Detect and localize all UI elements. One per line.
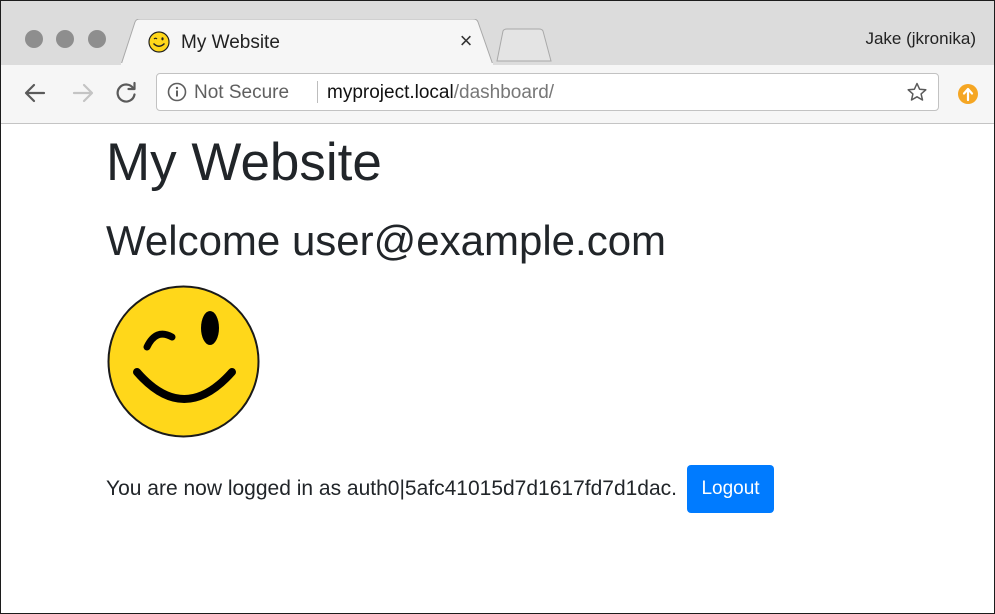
url-text[interactable]: myproject.local/dashboard/	[327, 82, 554, 104]
arrow-left-icon[interactable]	[21, 79, 49, 107]
browser-toolbar: Not Secure myproject.local/dashboard/	[1, 65, 994, 124]
reload-icon[interactable]	[112, 79, 140, 107]
tab-title: My Website	[181, 32, 280, 53]
login-status-text: You are now logged in as auth0|5afc41015…	[106, 477, 677, 500]
browser-window: My Website × Jake (jkronika) Not Secure	[0, 0, 995, 614]
profile-name[interactable]: Jake (jkronika)	[865, 29, 976, 49]
logout-button[interactable]: Logout	[687, 465, 774, 513]
url-path: /dashboard/	[453, 82, 555, 103]
address-bar[interactable]: Not Secure myproject.local/dashboard/	[156, 73, 939, 111]
arrow-right-icon[interactable]	[69, 79, 97, 107]
update-arrow-icon[interactable]	[957, 83, 979, 105]
star-icon[interactable]	[906, 81, 928, 103]
site-title: My Website	[106, 133, 382, 192]
tab-my-website[interactable]: My Website ×	[121, 19, 493, 65]
welcome-heading: Welcome user@example.com	[106, 217, 667, 264]
login-status-row: You are now logged in as auth0|5afc41015…	[106, 464, 774, 514]
url-host: myproject.local	[327, 82, 454, 103]
smiley-icon	[148, 31, 170, 53]
close-tab-icon[interactable]: ×	[455, 29, 477, 53]
tab-strip: My Website × Jake (jkronika)	[1, 1, 994, 65]
close-window-button[interactable]	[25, 30, 43, 48]
maximize-window-button[interactable]	[88, 30, 106, 48]
page-content: My Website Welcome user@example.com You …	[1, 124, 994, 613]
info-icon[interactable]	[167, 82, 187, 102]
winking-smiley-icon	[107, 285, 260, 438]
address-divider	[317, 81, 318, 103]
minimize-window-button[interactable]	[56, 30, 74, 48]
security-label[interactable]: Not Secure	[194, 82, 289, 104]
new-tab-button[interactable]	[493, 27, 555, 63]
